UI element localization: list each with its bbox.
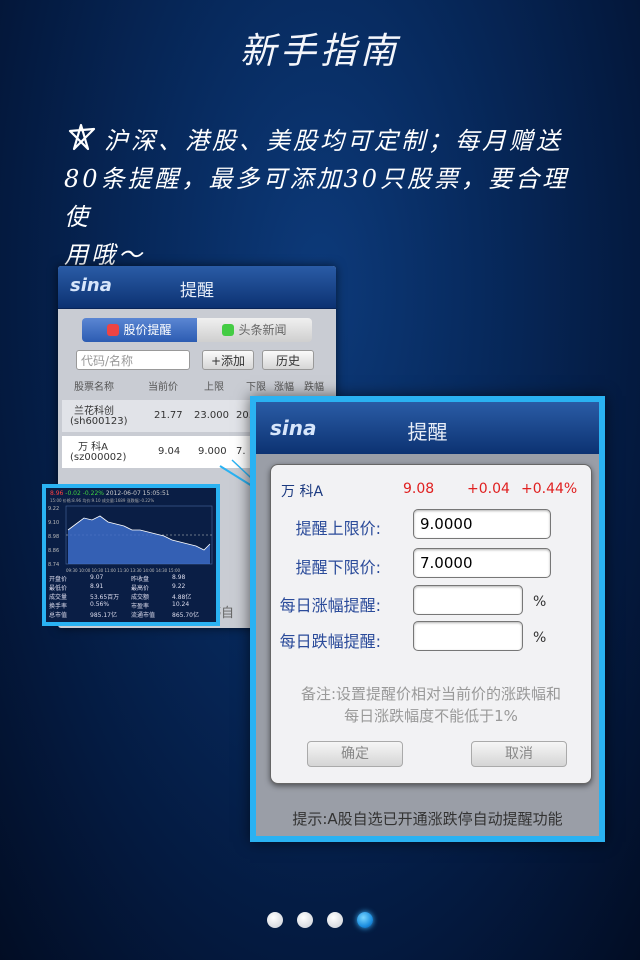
- tab-headline-news[interactable]: 头条新闻: [197, 318, 312, 342]
- chart-quote: 8.96 -0.02 -0.22% 2012-06-07 15:05:51: [46, 488, 216, 498]
- lower-price-label: 提醒下限价:: [295, 558, 381, 577]
- page-title: 新手指南: [239, 31, 400, 72]
- search-input[interactable]: 代码/名称: [76, 350, 190, 370]
- stock-code: (sz000002): [70, 452, 127, 463]
- lower-price-input[interactable]: 7.0000: [413, 548, 551, 578]
- upper-price-label: 提醒上限价:: [295, 519, 381, 538]
- col-fall: 跌幅: [304, 382, 324, 393]
- hint-text: 提示:A股自选已开通涨跌停自动提醒功能: [292, 810, 563, 828]
- stock-name: 万 科A: [78, 442, 109, 453]
- back-navbar: sina 提醒: [58, 266, 336, 309]
- stock-name: 兰花科创: [74, 406, 114, 417]
- stock-price: 9.04: [158, 446, 181, 457]
- message-icon: [222, 324, 235, 336]
- col-rise: 涨幅: [274, 382, 294, 393]
- cancel-button[interactable]: 取消: [471, 741, 567, 767]
- y-tick: 8.74: [48, 562, 59, 568]
- bell-icon: [107, 324, 120, 336]
- y-tick: 9.22: [48, 506, 59, 512]
- chart-y-ticks: 9.22 9.10 8.98 8.86 8.74: [48, 506, 59, 568]
- intraday-chart: 9.22 9.10 8.98 8.86 8.74: [48, 505, 213, 568]
- chart-change: -0.02: [65, 490, 81, 497]
- intro-line-3: 用哦～: [64, 241, 145, 269]
- add-button[interactable]: +添加: [202, 350, 254, 370]
- dialog-change: +0.04: [467, 481, 510, 497]
- y-tick: 8.86: [48, 548, 59, 554]
- panel-navbar: sina 提醒: [256, 402, 599, 455]
- intro-line-2: 80条提醒，最多可添加30只股票，要合理使: [64, 165, 570, 231]
- panel-nav-title: 提醒: [407, 420, 448, 444]
- tab-price-alert[interactable]: 股价提醒: [82, 318, 197, 342]
- stats-row: 换手率 0.56% 市盈率 10.24: [49, 601, 190, 610]
- chart-stats-table: 开盘价 9.07 昨收盘 8.98 最低价 8.91 最高价 9.22 成交量 53.65百万…: [49, 574, 213, 619]
- alert-settings-panel: sina 提醒 提示:A股自选已开通涨跌停自动提醒功能 万 科A 9.08 +0…: [250, 396, 605, 842]
- upper-limit: 9.000: [198, 446, 227, 457]
- intro-line-1: 沪深、港股、美股均可定制；每月赠送: [104, 127, 563, 155]
- history-button[interactable]: 历史: [262, 350, 314, 370]
- chart-inset: 8.96 -0.02 -0.22% 2012-06-07 15:05:51 15…: [42, 484, 220, 626]
- chart-pct: -0.22%: [82, 490, 104, 497]
- stats-row: 成交量 53.65百万 成交额 4.88亿: [49, 594, 192, 601]
- page-dot-3[interactable]: [327, 912, 343, 928]
- dialog-change-pct: +0.44%: [521, 481, 578, 497]
- stats-row: 开盘价 9.07 昨收盘 8.98: [49, 574, 186, 583]
- page-dot-4[interactable]: [357, 912, 373, 928]
- dialog-stock-name: 万 科A: [281, 484, 324, 500]
- stats-row: 最低价 8.91 最高价 9.22: [49, 583, 186, 592]
- dialog-note: 备注:设置提醒价相对当前价的涨跌幅和 每日涨跌幅度不能低于1%: [300, 685, 562, 725]
- intro-text: 沪深、港股、美股均可定制；每月赠送 80条提醒，最多可添加30只股票，要合理使 …: [64, 122, 594, 274]
- daily-fall-label: 每日跌幅提醒:: [279, 632, 381, 651]
- stock-code: (sh600123): [70, 416, 128, 427]
- alert-dialog: 万 科A 9.08 +0.04 +0.44% 提醒上限价: 9.0000 提醒下…: [270, 464, 592, 784]
- upper-limit: 23.000: [194, 410, 229, 421]
- back-nav-title: 提醒: [180, 281, 214, 301]
- tab-bar: 股价提醒 头条新闻: [82, 318, 312, 342]
- stock-price: 21.77: [154, 410, 183, 421]
- col-upper: 上限: [204, 382, 224, 393]
- page-dot-1[interactable]: [267, 912, 283, 928]
- col-name: 股票名称: [74, 382, 114, 393]
- col-price: 当前价: [148, 382, 178, 393]
- upper-price-input[interactable]: 9.0000: [413, 509, 551, 539]
- y-tick: 8.98: [48, 534, 59, 540]
- rise-pct-unit: %: [533, 594, 547, 610]
- chart-price: 8.96: [50, 490, 64, 497]
- daily-rise-input[interactable]: [413, 585, 523, 615]
- dialog-price: 9.08: [403, 481, 435, 497]
- star-icon: [68, 123, 96, 151]
- y-tick: 9.10: [48, 520, 59, 526]
- chart-datetime: 2012-06-07 15:05:51: [105, 490, 170, 497]
- stats-row: 总市值 985.17亿 流通市值 865.70亿: [49, 612, 199, 619]
- chart-x-ticks: 09:30 10:00 10:30 11:00 11:30 13:30 14:0…: [66, 568, 181, 573]
- lower-limit: 7.: [236, 446, 246, 457]
- table-header: 股票名称 当前价 上限 下限 涨幅 跌幅: [58, 378, 336, 394]
- page-dot-2[interactable]: [297, 912, 313, 928]
- fall-pct-unit: %: [533, 630, 547, 646]
- col-lower: 下限: [246, 382, 266, 393]
- confirm-button[interactable]: 确定: [307, 741, 403, 767]
- page-indicator: [0, 912, 640, 932]
- daily-fall-input[interactable]: [413, 621, 523, 651]
- daily-rise-label: 每日涨幅提醒:: [279, 596, 381, 615]
